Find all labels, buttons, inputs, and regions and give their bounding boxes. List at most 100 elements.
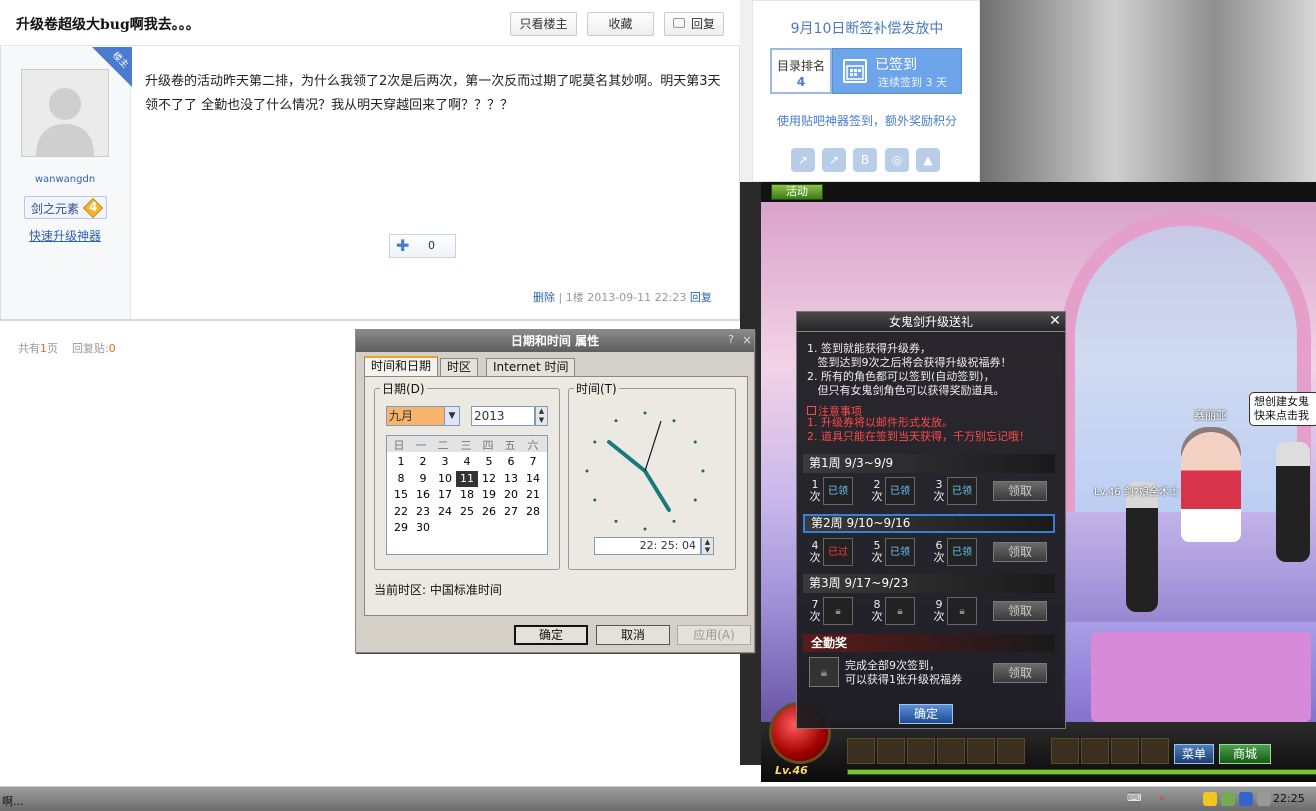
calendar-day[interactable]: 14 [522,471,544,487]
skill-slot[interactable] [877,738,905,764]
calendar-day[interactable]: 21 [522,487,544,503]
calendar-day[interactable]: 13 [500,471,522,487]
skill-slot[interactable] [997,738,1025,764]
share-icon[interactable]: ↗ [822,148,846,172]
claim-button[interactable]: 领取 [993,481,1047,501]
calendar-day[interactable]: 8 [390,471,412,487]
tab-date-time[interactable]: 时间和日期 [364,356,439,377]
skill-slot[interactable] [1081,738,1109,764]
help-icon[interactable]: ? [724,333,738,347]
calendar-day[interactable]: 10 [434,471,456,487]
full-attendance-header: 全勤奖 [803,634,1055,652]
calendar-day[interactable]: 19 [478,487,500,503]
apply-button[interactable]: 应用(A) [677,625,751,645]
calendar-day[interactable]: 25 [456,504,478,520]
reply-top-button[interactable]: 回复 [664,12,724,36]
calendar-day[interactable]: 1 [390,454,412,470]
calendar-day[interactable]: 22 [390,504,412,520]
calendar-day[interactable]: 6 [500,454,522,470]
event-ok-button[interactable]: 确定 [899,704,953,724]
badge-label: 剑之元素 [31,202,80,216]
b-icon[interactable]: B [853,148,877,172]
skill-slot[interactable] [967,738,995,764]
circle-icon[interactable]: ◎ [885,148,909,172]
network-icon[interactable] [1239,792,1253,806]
calendar-day[interactable]: 15 [390,487,412,503]
tab-internet-time[interactable]: Internet 时间 [486,358,576,376]
skill-slot[interactable] [907,738,935,764]
thumb-icon[interactable]: ▲ [916,148,940,172]
calendar-day[interactable]: 30 [412,520,434,536]
author-badge[interactable]: 剑之元素 4 [24,196,107,219]
upgrade-link[interactable]: 快速升级神器 [0,227,130,244]
skill-slot[interactable] [1051,738,1079,764]
calendar-day[interactable]: 9 [412,471,434,487]
volume-icon[interactable] [1257,792,1271,806]
clock-time[interactable]: 22:25 [1273,792,1305,805]
close-icon[interactable]: × [740,333,754,347]
clock-tick [585,469,589,473]
calendar-day[interactable]: 5 [478,454,500,470]
skill-slot[interactable] [1141,738,1169,764]
claim-full-button[interactable]: 领取 [993,663,1047,683]
sign-hint[interactable]: 使用贴吧神器签到，额外奖励积分 [753,112,981,129]
calendar-day[interactable]: 28 [522,504,544,520]
calendar-day[interactable]: 12 [478,471,500,487]
shop-button[interactable]: 商城 [1219,744,1271,764]
qq-icon[interactable] [1203,792,1217,806]
signed-box[interactable]: 已签到 连续签到 3 天 [832,48,962,94]
time-input[interactable]: 22: 25: 04 [594,537,701,555]
calendar-day[interactable]: 23 [412,504,434,520]
activity-tab[interactable]: 活动 [771,184,823,200]
skill-slot[interactable] [937,738,965,764]
author-username[interactable]: wanwangdn [0,174,130,185]
floor-meta: | 1楼 2013-09-11 22:23 [558,291,687,304]
chevron-down-icon[interactable]: ▼ [444,407,459,425]
calendar-day[interactable]: 3 [434,454,456,470]
event-rule: 签到达到9次之后将会获得升级祝福券！ [807,356,1012,369]
calendar-day[interactable]: 2 [412,454,434,470]
rewind-icon[interactable]: « [1155,792,1169,806]
claim-button[interactable]: 领取 [993,542,1047,562]
menu-button[interactable]: 菜单 [1174,744,1214,764]
delete-link[interactable]: 删除 [533,291,555,304]
calendar-day[interactable]: 24 [434,504,456,520]
time-spinner[interactable]: ▲ ▼ [701,537,714,555]
reply-link[interactable]: 回复 [690,291,712,304]
claim-button[interactable]: 领取 [993,601,1047,621]
taskbar: 啊... ⌨ « 22:25 [0,786,1316,811]
calendar-day[interactable]: 17 [434,487,456,503]
calendar-day[interactable]: 27 [500,504,522,520]
year-spinner[interactable]: ▲ ▼ [535,406,548,426]
close-icon[interactable]: ✕ [1047,313,1063,329]
slot-status: 已领取 [885,477,915,525]
only-author-button[interactable]: 只看楼主 [510,12,577,36]
calendar-day[interactable]: 11 [456,470,478,487]
share-icon[interactable]: ↗ [791,148,815,172]
sign-title[interactable]: 9月10日断签补偿发放中 [753,18,981,38]
calendar-day[interactable]: 20 [500,487,522,503]
other-character[interactable] [1276,442,1310,562]
skill-slot[interactable] [1111,738,1139,764]
calendar-day[interactable]: 16 [412,487,434,503]
year-input[interactable]: 2013 [471,406,535,426]
ok-button[interactable]: 确定 [514,625,588,645]
calendar-day[interactable]: 26 [478,504,500,520]
skill-slot[interactable] [847,738,875,764]
like-button[interactable]: ✚ 0 [389,234,456,258]
tab-timezone[interactable]: 时区 [440,358,479,376]
calendar-day[interactable]: 18 [456,487,478,503]
npc-speech-bubble[interactable]: 想创建女鬼 快来点击我 [1249,392,1316,426]
calendar-day[interactable]: 29 [390,520,412,536]
avatar[interactable] [21,69,109,157]
keyboard-icon[interactable]: ⌨ [1127,792,1141,806]
cancel-button[interactable]: 取消 [596,625,670,645]
npc-seria[interactable] [1181,432,1241,542]
player-character[interactable] [1126,482,1158,612]
calendar-day[interactable]: 7 [522,454,544,470]
taskbar-item[interactable]: 啊... [2,793,24,809]
rank-box[interactable]: 目录排名 4 [770,48,832,94]
calendar-day[interactable]: 4 [456,454,478,470]
app-icon[interactable] [1221,792,1235,806]
favorite-button[interactable]: 收藏 [587,12,654,36]
